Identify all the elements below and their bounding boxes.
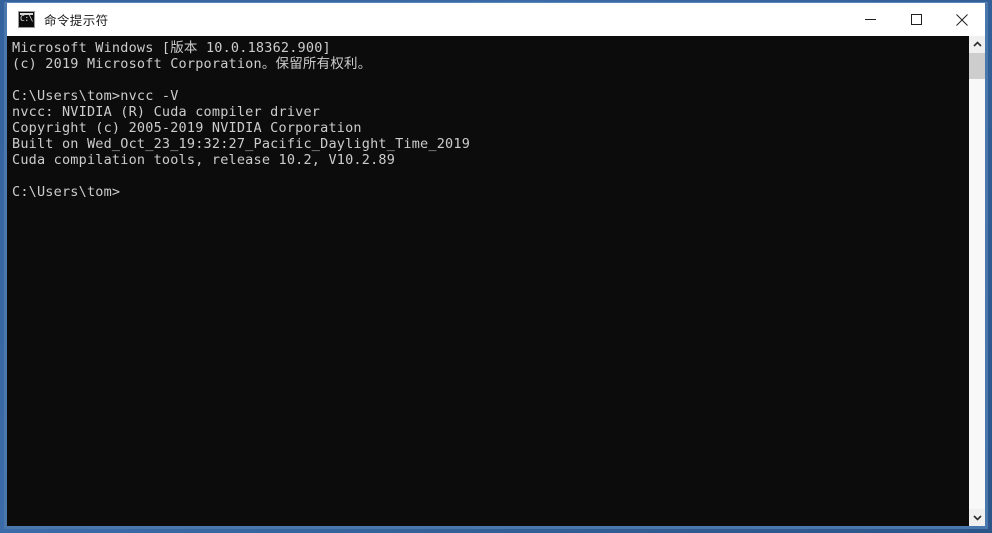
maximize-button[interactable] [893,3,939,36]
terminal-line: Microsoft Windows [版本 10.0.18362.900] [12,40,331,56]
scrollbar-track[interactable] [969,53,985,509]
terminal-output[interactable]: Microsoft Windows [版本 10.0.18362.900] (c… [7,36,968,526]
window-controls [847,3,985,36]
cmd-console-icon-glyph: C:\. [20,14,38,23]
terminal-line: nvcc: NVIDIA (R) Cuda compiler driver [12,104,321,120]
close-button[interactable] [939,3,985,36]
scrollbar-thumb[interactable] [969,53,985,79]
command-prompt-window: C:\. 命令提示符 Microsoft Windows [版本 10.0.18… [4,2,988,529]
close-icon [956,13,968,26]
minimize-button[interactable] [847,3,893,36]
chevron-down-icon [972,515,982,521]
scrollbar-down-button[interactable] [969,509,985,526]
chevron-up-icon [972,41,982,47]
window-title: 命令提示符 [44,13,109,28]
minimize-icon [864,19,876,20]
terminal-line: Copyright (c) 2005-2019 NVIDIA Corporati… [12,120,362,136]
terminal-line: Cuda compilation tools, release 10.2, V1… [12,152,396,168]
scrollbar-up-button[interactable] [969,36,985,53]
terminal-line: (c) 2019 Microsoft Corporation。保留所有权利。 [12,56,372,72]
vertical-scrollbar[interactable] [968,36,985,526]
terminal-prompt: C:\Users\tom> [12,184,121,200]
cmd-console-icon: C:\. [18,11,38,28]
terminal-line-command: C:\Users\tom>nvcc -V [12,88,179,104]
title-bar[interactable]: C:\. 命令提示符 [7,3,985,36]
maximize-icon [910,14,922,25]
terminal-line: Built on Wed_Oct_23_19:32:27_Pacific_Day… [12,136,471,152]
terminal-area: Microsoft Windows [版本 10.0.18362.900] (c… [7,36,985,526]
